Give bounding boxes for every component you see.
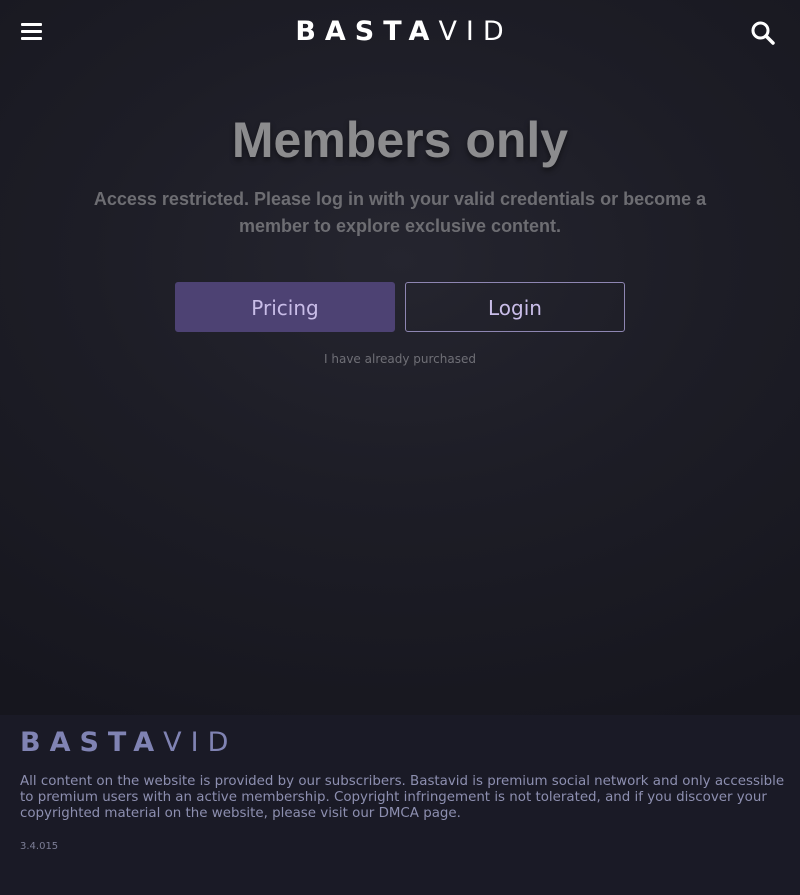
brand-logo[interactable]: BASTAVID (0, 16, 800, 48)
page: BASTAVID Members only Access restricted.… (0, 0, 800, 895)
top-header: BASTAVID (0, 0, 800, 64)
members-only-panel: Members only Access restricted. Please l… (0, 108, 800, 368)
version-label: 3.4.015 (20, 841, 59, 852)
footer-logo[interactable]: BASTAVID (20, 727, 237, 759)
login-button[interactable]: Login (405, 282, 625, 332)
access-description: Access restricted. Please log in with yo… (93, 189, 707, 236)
search-icon[interactable] (750, 20, 776, 46)
pricing-button[interactable]: Pricing (175, 282, 395, 332)
footer-disclaimer: All content on the website is provided b… (20, 774, 785, 821)
action-buttons: Pricing Login (0, 282, 800, 332)
footer-logo-light-text: VID (163, 727, 238, 758)
footer: BASTAVID All content on the website is p… (0, 715, 800, 895)
page-title: Members only (231, 112, 569, 168)
logo-light-text: VID (438, 16, 513, 47)
footer-logo-bold-text: BASTA (20, 727, 164, 758)
already-purchased-link[interactable]: I have already purchased (324, 352, 476, 366)
logo-bold-text: BASTA (295, 16, 439, 47)
